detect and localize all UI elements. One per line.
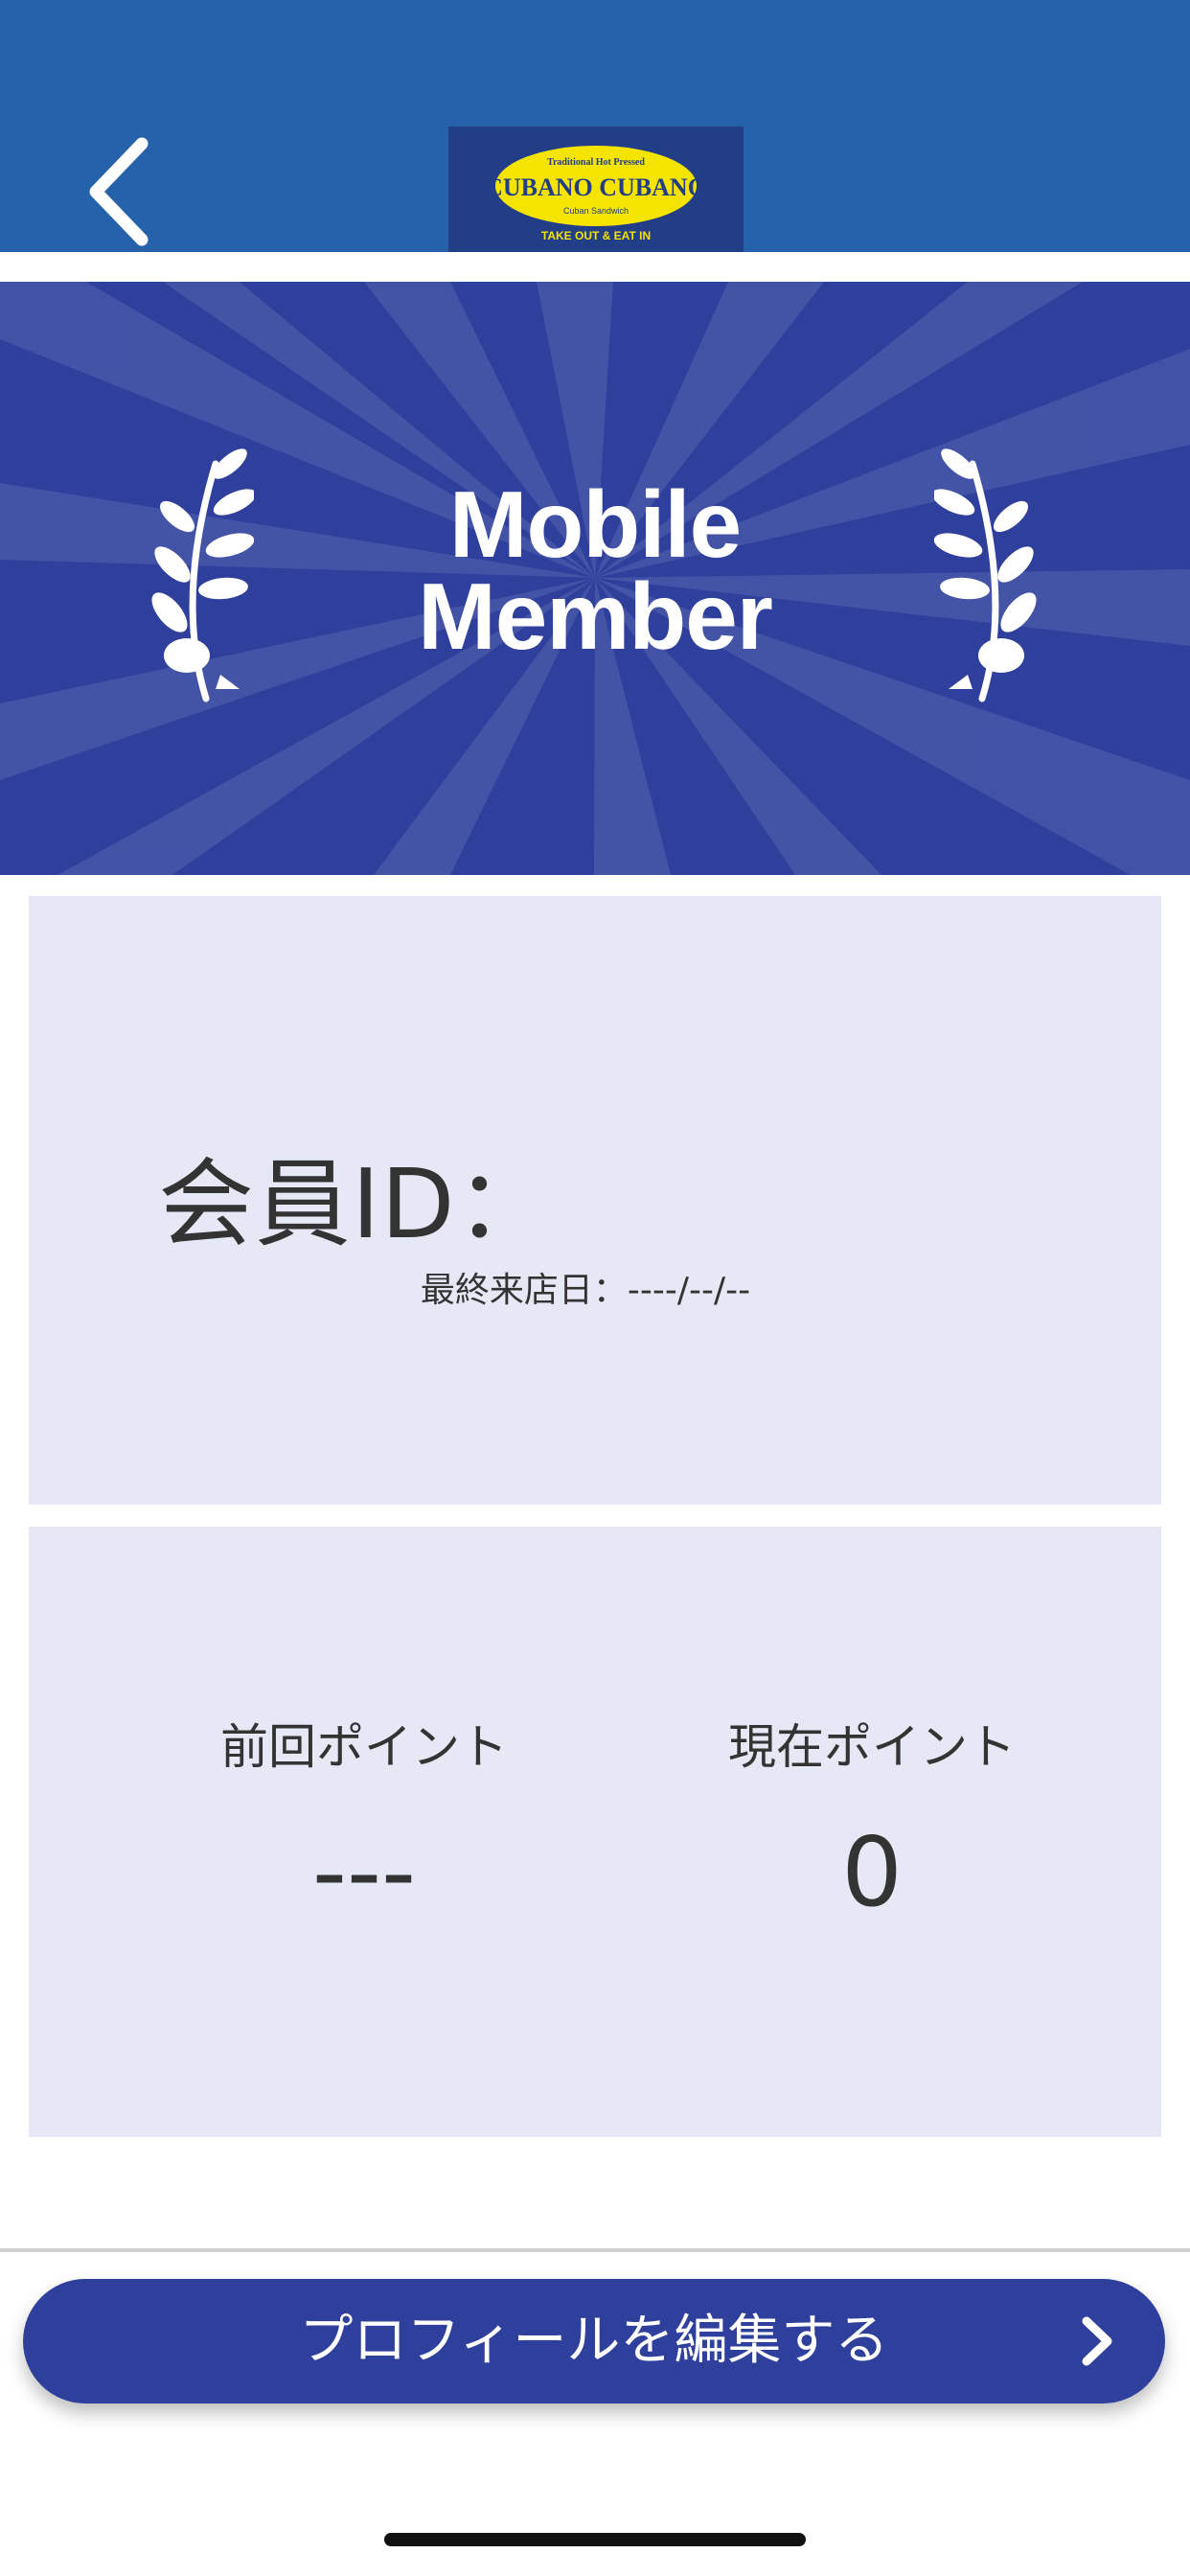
previous-points: 前回ポイント --- <box>125 1709 604 1928</box>
logo-top-text: Traditional Hot Pressed <box>547 157 645 168</box>
previous-points-label: 前回ポイント <box>220 1719 508 1775</box>
member-banner: Mobile Member <box>0 282 1190 875</box>
logo-brand-text: CUBANO CUBANO <box>485 173 707 201</box>
last-visit-date: 最終来店日：----/--/-- <box>420 1271 751 1310</box>
member-id: 会員ID： <box>158 1126 553 1265</box>
logo-bottom-text: TAKE OUT & EAT IN <box>541 229 651 242</box>
member-info-card: 会員ID： 最終来店日：----/--/-- <box>29 896 1161 1505</box>
laurel-branch-icon <box>934 448 1037 702</box>
brand-logo: Traditional Hot Pressed CUBANO CUBANO Cu… <box>448 126 744 252</box>
current-points: 現在ポイント 0 <box>632 1709 1111 1928</box>
previous-points-value: --- <box>311 1816 417 1928</box>
chevron-left-icon[interactable] <box>84 134 171 249</box>
edit-profile-button[interactable]: プロフィールを編集する <box>23 2279 1165 2404</box>
member-id-label: 会員ID： <box>158 1148 553 1260</box>
chevron-right-icon <box>1082 2316 1112 2366</box>
current-points-label: 現在ポイント <box>728 1719 1016 1775</box>
app-header: Traditional Hot Pressed CUBANO CUBANO Cu… <box>0 0 1190 252</box>
divider <box>0 2248 1190 2252</box>
home-indicator <box>384 2533 806 2546</box>
current-points-value: 0 <box>841 1816 903 1928</box>
points-card: 前回ポイント --- 現在ポイント 0 <box>29 1527 1161 2137</box>
logo-sub-text: Cuban Sandwich <box>563 206 629 216</box>
edit-profile-label: プロフィールを編集する <box>299 2310 889 2372</box>
